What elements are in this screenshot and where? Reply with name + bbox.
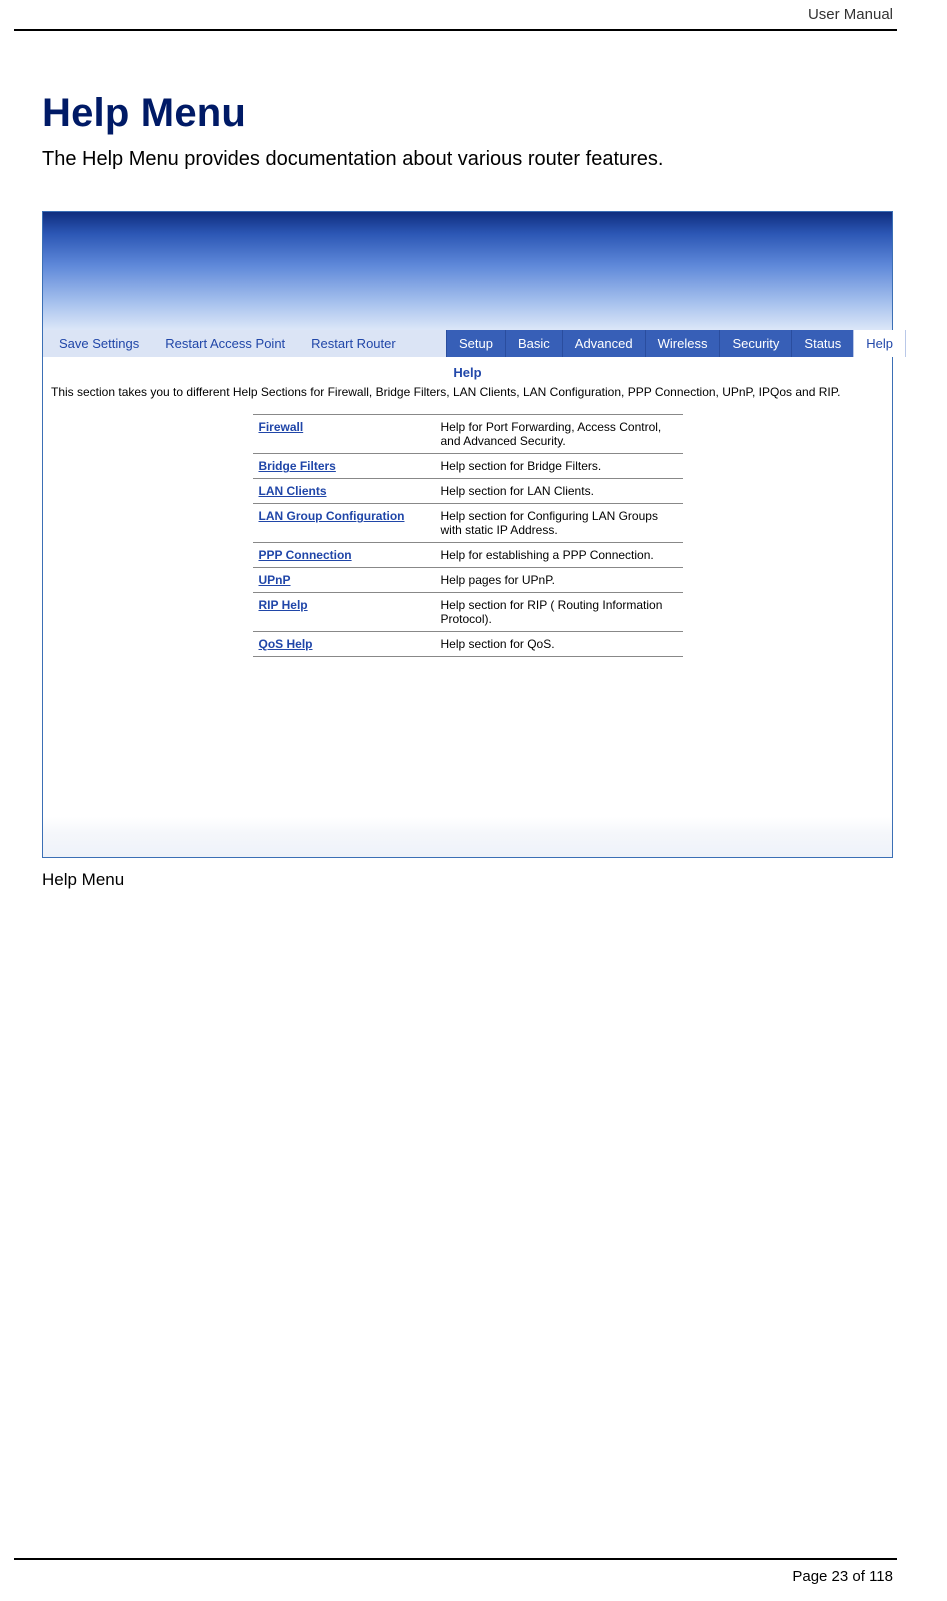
figure-caption: Help Menu [42, 870, 893, 890]
table-row: PPP Connection Help for establishing a P… [253, 543, 683, 568]
help-desc-lan-group-config: Help section for Configuring LAN Groups … [435, 504, 683, 543]
table-row: UPnP Help pages for UPnP. [253, 568, 683, 593]
help-link-lan-clients[interactable]: LAN Clients [259, 484, 327, 498]
help-body: Help This section takes you to different… [43, 357, 892, 817]
restart-router-link[interactable]: Restart Router [311, 336, 396, 351]
help-link-qos[interactable]: QoS Help [259, 637, 313, 651]
tab-help[interactable]: Help [853, 330, 906, 357]
help-links-table: Firewall Help for Port Forwarding, Acces… [253, 414, 683, 657]
help-desc-rip: Help section for RIP ( Routing Informati… [435, 593, 683, 632]
help-desc-upnp: Help pages for UPnP. [435, 568, 683, 593]
router-nav-row: Save Settings Restart Access Point Resta… [43, 330, 892, 357]
help-panel-description: This section takes you to different Help… [43, 384, 892, 414]
help-desc-bridge-filters: Help section for Bridge Filters. [435, 454, 683, 479]
help-desc-qos: Help section for QoS. [435, 632, 683, 657]
footer-divider [14, 1558, 897, 1560]
page-title: Help Menu [42, 91, 893, 136]
router-ui-bottom-gradient [43, 817, 892, 857]
table-row: LAN Clients Help section for LAN Clients… [253, 479, 683, 504]
tab-basic[interactable]: Basic [505, 330, 562, 357]
tab-advanced[interactable]: Advanced [562, 330, 645, 357]
help-desc-ppp-connection: Help for establishing a PPP Connection. [435, 543, 683, 568]
router-nav-tabs: Setup Basic Advanced Wireless Security S… [446, 330, 906, 357]
restart-access-point-link[interactable]: Restart Access Point [165, 336, 285, 351]
help-desc-firewall: Help for Port Forwarding, Access Control… [435, 415, 683, 454]
router-ui-screenshot: Save Settings Restart Access Point Resta… [42, 211, 893, 858]
table-row: RIP Help Help section for RIP ( Routing … [253, 593, 683, 632]
page-footer: Page 23 of 118 [0, 1558, 947, 1585]
router-nav-left-actions: Save Settings Restart Access Point Resta… [43, 330, 446, 357]
help-link-firewall[interactable]: Firewall [259, 420, 304, 434]
help-link-bridge-filters[interactable]: Bridge Filters [259, 459, 336, 473]
tab-security[interactable]: Security [719, 330, 791, 357]
tab-setup[interactable]: Setup [446, 330, 505, 357]
help-panel-title: Help [43, 357, 892, 384]
tab-wireless[interactable]: Wireless [645, 330, 720, 357]
help-desc-lan-clients: Help section for LAN Clients. [435, 479, 683, 504]
table-row: LAN Group Configuration Help section for… [253, 504, 683, 543]
page-number: Page 23 of 118 [0, 1568, 947, 1585]
help-link-lan-group-config[interactable]: LAN Group Configuration [259, 509, 405, 523]
intro-text: The Help Menu provides documentation abo… [42, 148, 893, 171]
table-row: QoS Help Help section for QoS. [253, 632, 683, 657]
help-link-upnp[interactable]: UPnP [259, 573, 291, 587]
table-row: Bridge Filters Help section for Bridge F… [253, 454, 683, 479]
router-ui-banner [43, 212, 892, 330]
save-settings-link[interactable]: Save Settings [59, 336, 139, 351]
document-header-label: User Manual [0, 0, 947, 27]
help-link-rip[interactable]: RIP Help [259, 598, 308, 612]
table-row: Firewall Help for Port Forwarding, Acces… [253, 415, 683, 454]
help-link-ppp-connection[interactable]: PPP Connection [259, 548, 352, 562]
tab-status[interactable]: Status [791, 330, 853, 357]
